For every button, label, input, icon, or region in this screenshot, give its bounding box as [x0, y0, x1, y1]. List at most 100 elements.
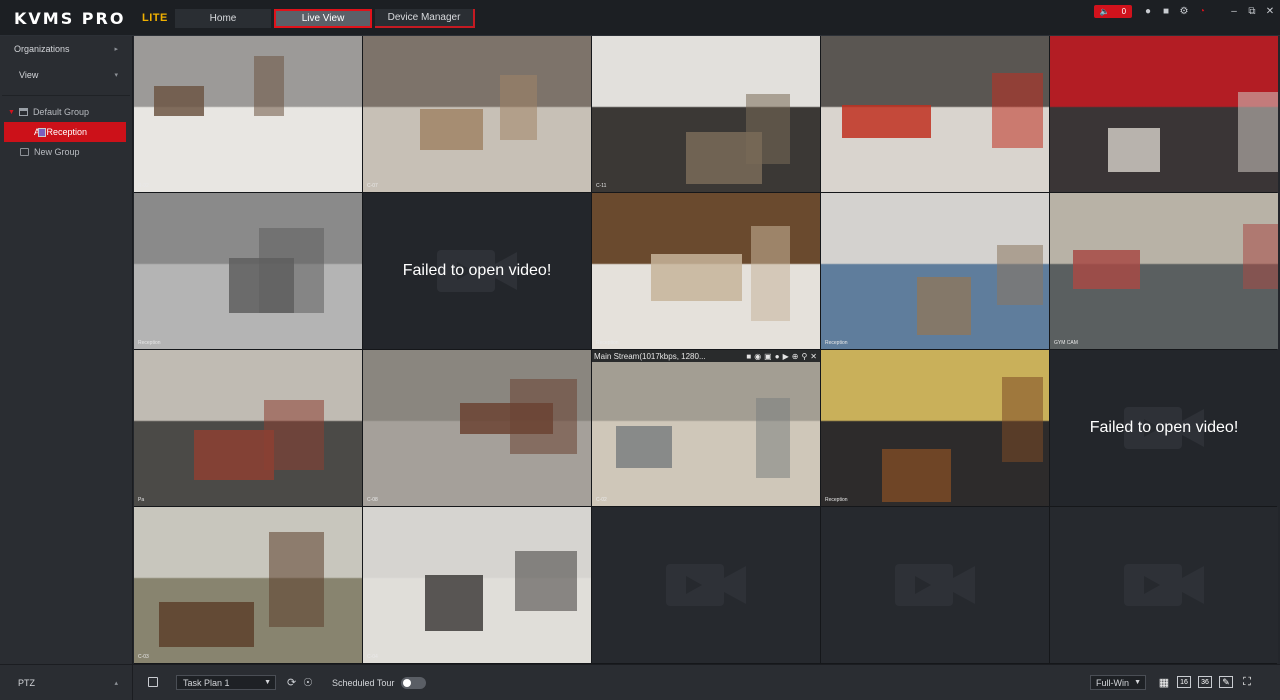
scene-furniture [882, 449, 951, 502]
camera-name-overlay: C-02 [596, 497, 607, 503]
scene-furniture [1108, 128, 1160, 172]
record-icon[interactable]: ■ [746, 352, 751, 361]
camera-name-overlay: Reception [825, 497, 848, 503]
video-cell-17[interactable]: C-04 [363, 507, 591, 663]
scene-object [259, 228, 324, 313]
scene-furniture [425, 575, 483, 631]
minimize-icon[interactable]: – [1226, 4, 1242, 18]
alarm-count: 0 [1121, 6, 1127, 16]
scheduled-tour-toggle[interactable] [401, 677, 426, 689]
video-cell-20[interactable] [1050, 507, 1278, 663]
tour-settings-icon[interactable]: ☉ [303, 676, 313, 689]
video-cell-1[interactable]: R-02 [134, 36, 362, 192]
camera-feed: Pa [134, 350, 362, 506]
video-cell-14[interactable]: Reception [821, 350, 1049, 506]
close-icon[interactable]: ✕ [1262, 4, 1278, 18]
tab-device-manager[interactable]: Device Manager [375, 9, 475, 28]
scene-furniture [1073, 250, 1140, 289]
scene-furniture [420, 109, 483, 150]
lock-icon[interactable]: ■ [1158, 4, 1174, 18]
failed-video-message: Failed to open video! [402, 262, 552, 279]
view-label: View [19, 70, 39, 80]
tab-live-view[interactable]: Live View [274, 9, 372, 28]
video-cell-5[interactable] [1050, 36, 1278, 192]
video-cell-4[interactable] [821, 36, 1049, 192]
custom-layout-icon[interactable]: ✎ [1219, 676, 1233, 688]
refresh-icon[interactable]: ⟳ [287, 676, 296, 689]
video-cell-10[interactable]: GYM CAM [1050, 193, 1278, 349]
failed-video-pane: Failed to open video! [363, 193, 591, 349]
camera-placeholder-icon [1124, 564, 1204, 606]
camera-name-overlay: C-08 [367, 497, 378, 503]
playback-icon[interactable]: ▶ [783, 352, 789, 361]
zoom-in-icon[interactable]: ⊕ [792, 352, 799, 361]
video-cell-19[interactable] [821, 507, 1049, 663]
camera-name-overlay: Reception [596, 340, 619, 346]
scene-object [264, 400, 324, 470]
window-mode-select[interactable]: Full-Win ▼ [1090, 675, 1146, 690]
camera-feed [1050, 36, 1278, 192]
scene-object [751, 226, 790, 321]
digital-zoom-icon[interactable]: ⚲ [801, 352, 807, 361]
close-icon[interactable]: ✕ [810, 352, 817, 361]
scene-object [500, 75, 537, 140]
camera-feed: C-04 [363, 507, 591, 663]
layout-36-button[interactable]: 36 [1198, 676, 1212, 688]
scene-furniture [917, 277, 971, 335]
video-cell-3[interactable]: C-11 [592, 36, 820, 192]
video-cell-16[interactable]: C-03 [134, 507, 362, 663]
tree-default-group[interactable]: ▼ Default Group [0, 102, 132, 122]
gear-icon[interactable]: ⚙ [1176, 4, 1192, 18]
video-cell-9[interactable]: Reception [821, 193, 1049, 349]
failed-video-pane: Failed to open video! [1050, 350, 1278, 506]
camera-name-overlay: C-04 [367, 654, 378, 660]
alarm-button[interactable]: 🔈 0 [1094, 4, 1132, 18]
camera-name-overlay: C-11 [596, 183, 607, 189]
kvms-app: KVMS PRO LITE Home Live View Device Mana… [0, 0, 1280, 700]
microphone-icon[interactable]: ● [775, 352, 780, 361]
expand-caret-icon[interactable]: ▼ [8, 109, 15, 116]
layout-16-button[interactable]: 16 [1177, 676, 1191, 688]
view-panel-toggle[interactable]: View ▾ [0, 62, 132, 88]
video-cell-12[interactable]: C-08 [363, 350, 591, 506]
task-plan-select[interactable]: Task Plan 1 ▼ [176, 675, 276, 690]
tree-new-group[interactable]: New Group [0, 142, 132, 162]
tree-all-reception[interactable]: All Reception [4, 122, 126, 142]
lock-icon[interactable]: ▣ [764, 352, 772, 361]
scene-object [746, 94, 790, 164]
user-icon[interactable]: ● [1140, 4, 1156, 18]
video-cell-2[interactable]: C-07 [363, 36, 591, 192]
scene-furniture [154, 86, 204, 116]
scene-object [510, 379, 577, 454]
dropdown-arrow-icon: ▼ [1134, 679, 1141, 686]
camera-feed: C-02 Main Stream(1017kbps, 1280... ■ ◉ ▣ ● ▶ ⊕ ⚲… [592, 350, 820, 506]
snapshot-icon[interactable]: ◉ [754, 352, 761, 361]
video-cell-11[interactable]: Pa [134, 350, 362, 506]
edition-label: LITE [142, 12, 168, 24]
save-icon[interactable] [148, 677, 158, 687]
organizations-label: Organizations [14, 44, 70, 54]
layout-grid-icon[interactable]: ▦ [1157, 676, 1171, 689]
video-cell-8[interactable]: Reception [592, 193, 820, 349]
video-cell-6[interactable]: Reception [134, 193, 362, 349]
restore-icon[interactable]: ⧉ [1244, 4, 1260, 18]
fullscreen-icon[interactable]: ⛶ [1240, 676, 1254, 688]
scene-object [992, 73, 1043, 148]
tab-home[interactable]: Home [175, 9, 271, 28]
toggle-knob [403, 679, 411, 687]
chevron-down-icon: ▾ [114, 72, 118, 79]
scene-object [997, 245, 1043, 305]
organizations-panel-toggle[interactable]: Organizations ▸ [0, 36, 132, 62]
performance-icon[interactable]: ◔ [1194, 4, 1210, 18]
video-cell-18[interactable] [592, 507, 820, 663]
camera-name-overlay: C-07 [367, 183, 378, 189]
scene-object [254, 56, 284, 116]
ptz-panel-toggle[interactable]: PTZ ▴ [0, 665, 133, 700]
video-cell-15[interactable]: Failed to open video! [1050, 350, 1278, 506]
camera-placeholder-icon [895, 564, 975, 606]
sidebar: Organizations ▸ View ▾ ▼ Default Group A… [0, 36, 133, 664]
scene-object [1243, 224, 1278, 289]
stream-info-bar: Main Stream(1017kbps, 1280... ■ ◉ ▣ ● ▶ ⊕ ⚲ ✕ [592, 350, 820, 362]
video-cell-13[interactable]: C-02 Main Stream(1017kbps, 1280... ■ ◉ ▣ ● ▶ ⊕ ⚲… [592, 350, 820, 506]
video-cell-7[interactable]: Failed to open video! [363, 193, 591, 349]
